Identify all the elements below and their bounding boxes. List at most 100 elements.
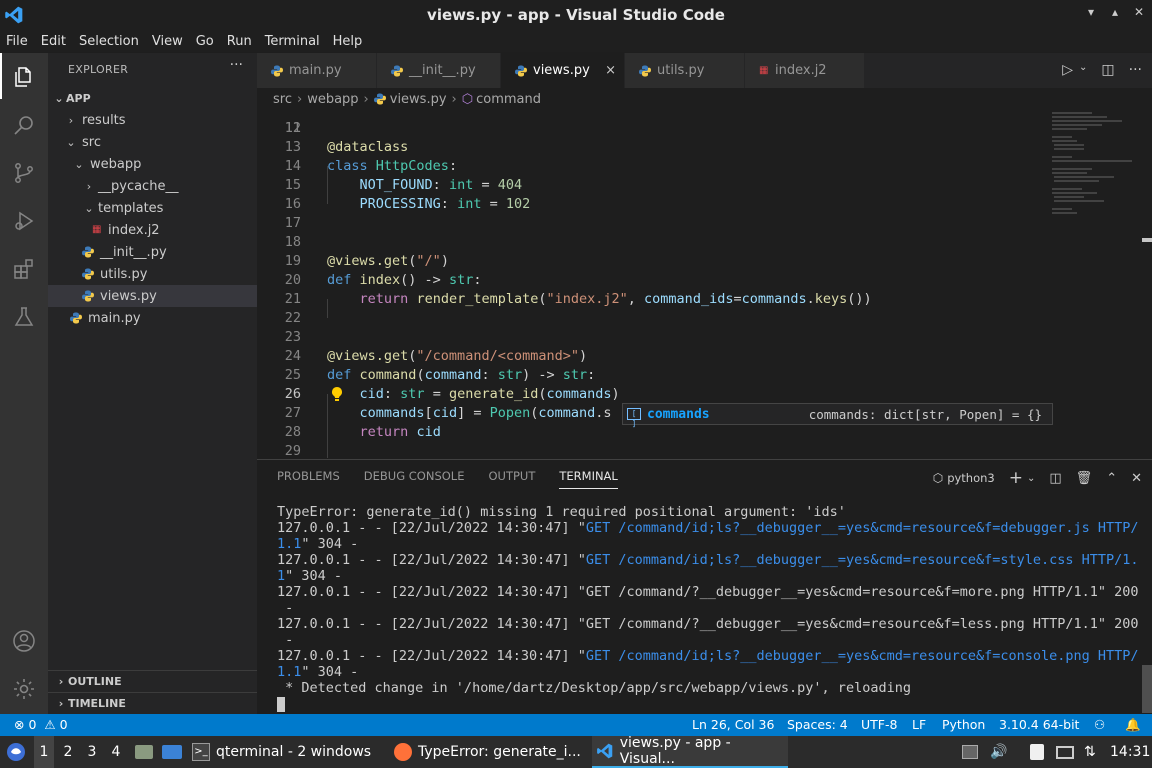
- sidebar-title: EXPLORER: [68, 63, 129, 76]
- split-editor-icon[interactable]: ◫: [1101, 62, 1114, 78]
- tree-file-main[interactable]: main.py: [48, 307, 257, 329]
- more-actions-icon[interactable]: ···: [230, 57, 243, 73]
- volume-icon[interactable]: 🔊: [990, 736, 1007, 768]
- taskbar-label: views.py - app - Visual...: [619, 735, 731, 767]
- breadcrumb-item[interactable]: webapp: [307, 92, 358, 107]
- close-tab-icon[interactable]: ×: [605, 63, 616, 78]
- terminal-icon: >_: [192, 743, 210, 761]
- tree-folder-src[interactable]: ⌄ src: [48, 131, 257, 153]
- workspace-4[interactable]: 4: [108, 736, 124, 768]
- new-terminal-icon[interactable]: +: [1009, 468, 1023, 488]
- clipboard-icon[interactable]: [1030, 736, 1044, 768]
- tab-terminal[interactable]: TERMINAL: [559, 469, 618, 489]
- tab-utils-py[interactable]: utils.py: [625, 53, 745, 88]
- language-mode[interactable]: Python: [942, 717, 985, 732]
- workspace-2[interactable]: 2: [60, 736, 76, 768]
- trash-icon[interactable]: 🗑: [1076, 471, 1093, 486]
- display-icon[interactable]: [1056, 736, 1074, 768]
- explorer-icon[interactable]: [12, 65, 36, 89]
- breadcrumb-item[interactable]: command: [476, 92, 541, 107]
- taskbar-item-qterminal[interactable]: >_ qterminal - 2 windows: [192, 736, 388, 768]
- chevron-down-icon[interactable]: ⌄: [1079, 62, 1087, 78]
- minimap[interactable]: [1042, 110, 1152, 458]
- clock[interactable]: 14:31: [1110, 736, 1150, 768]
- more-actions-icon[interactable]: ···: [1129, 62, 1142, 78]
- start-menu-icon[interactable]: [6, 736, 28, 768]
- tree-label: __init__.py: [100, 244, 167, 260]
- autocomplete-suggestion[interactable]: [ ] commands commands: dict[str, Popen] …: [622, 403, 1053, 428]
- tab-init-py[interactable]: __init__.py: [377, 53, 501, 88]
- taskbar-item-firefox[interactable]: TypeError: generate_i...: [394, 736, 590, 768]
- menu-file[interactable]: File: [0, 34, 35, 49]
- workspace-1[interactable]: 1: [34, 736, 54, 768]
- menu-terminal[interactable]: Terminal: [259, 34, 327, 49]
- menu-edit[interactable]: Edit: [35, 34, 73, 49]
- account-icon[interactable]: [12, 629, 36, 653]
- line-ending[interactable]: LF: [912, 717, 926, 732]
- tree-file-views[interactable]: views.py: [48, 285, 257, 307]
- taskbar-item-vscode[interactable]: views.py - app - Visual...: [592, 735, 788, 768]
- breadcrumb-item[interactable]: src: [273, 92, 292, 107]
- maximize-icon[interactable]: ▴: [1108, 5, 1122, 19]
- run-debug-icon[interactable]: [12, 209, 36, 233]
- code-line: 24 @views.get("/command/<command>"): [284, 348, 588, 364]
- run-file-icon[interactable]: ▷: [1062, 62, 1073, 78]
- show-desktop-icon[interactable]: [162, 736, 182, 768]
- tray-icon-window[interactable]: [962, 736, 978, 768]
- tree-folder-webapp[interactable]: ⌄ webapp: [48, 153, 257, 175]
- tree-label: index.j2: [108, 222, 160, 238]
- lightbulb-icon[interactable]: [330, 386, 344, 402]
- terminal-scrollbar[interactable]: [1142, 665, 1152, 713]
- tree-label: src: [82, 134, 101, 150]
- minimize-icon[interactable]: ▾: [1084, 5, 1098, 19]
- chevron-down-icon[interactable]: ⌄: [1027, 473, 1035, 484]
- gear-icon[interactable]: [12, 677, 36, 701]
- tree-root-app[interactable]: ⌄ APP: [48, 87, 257, 109]
- terminal-output[interactable]: TypeError: generate_id() missing 1 requi…: [277, 504, 1139, 696]
- menu-selection[interactable]: Selection: [73, 34, 146, 49]
- network-icon[interactable]: ⇅: [1084, 736, 1096, 768]
- terminal-line: 127.0.0.1 - - [22/Jul/2022 14:30:47] "GE…: [277, 520, 1139, 536]
- menu-view[interactable]: View: [146, 34, 190, 49]
- search-icon[interactable]: [12, 113, 36, 137]
- menu-help[interactable]: Help: [327, 34, 370, 49]
- code-line: 22: [284, 310, 301, 326]
- cursor-position[interactable]: Ln 26, Col 36: [692, 717, 774, 732]
- extensions-icon[interactable]: [12, 257, 36, 281]
- split-terminal-icon[interactable]: ◫: [1049, 471, 1061, 486]
- tree-folder-pycache[interactable]: › __pycache__: [48, 175, 257, 197]
- tree-file-init[interactable]: __init__.py: [48, 241, 257, 263]
- maximize-panel-icon[interactable]: ⌃: [1106, 471, 1117, 486]
- terminal-shell-label[interactable]: python3: [947, 471, 995, 485]
- timeline-section[interactable]: › TIMELINE: [48, 692, 257, 714]
- tab-debug-console[interactable]: DEBUG CONSOLE: [364, 469, 465, 489]
- tab-main-py[interactable]: main.py: [257, 53, 377, 88]
- tree-label: __pycache__: [98, 178, 179, 194]
- tree-label: webapp: [90, 156, 142, 172]
- tree-folder-templates[interactable]: ⌄ templates: [48, 197, 257, 219]
- terminal-cursor: [277, 697, 285, 712]
- source-control-icon[interactable]: [12, 161, 36, 185]
- feedback-icon[interactable]: ⚇: [1094, 717, 1105, 732]
- tree-folder-results[interactable]: › results: [48, 109, 257, 131]
- close-window-icon[interactable]: ✕: [1132, 5, 1146, 19]
- problems-status[interactable]: ⊗ 0 ⚠ 0: [14, 717, 68, 732]
- menu-go[interactable]: Go: [190, 34, 221, 49]
- tree-file-utils[interactable]: utils.py: [48, 263, 257, 285]
- tree-file-index-j2[interactable]: ▦ index.j2: [48, 219, 257, 241]
- python-interpreter[interactable]: 3.10.4 64-bit: [999, 717, 1079, 732]
- encoding[interactable]: UTF-8: [861, 717, 897, 732]
- workspace-3[interactable]: 3: [84, 736, 100, 768]
- outline-section[interactable]: › OUTLINE: [48, 670, 257, 692]
- testing-icon[interactable]: [12, 305, 36, 329]
- tab-output[interactable]: OUTPUT: [488, 469, 535, 489]
- bell-icon[interactable]: 🔔: [1125, 717, 1141, 733]
- indentation[interactable]: Spaces: 4: [787, 717, 848, 732]
- menu-run[interactable]: Run: [221, 34, 259, 49]
- tab-views-py[interactable]: views.py ×: [501, 53, 625, 88]
- tab-problems[interactable]: PROBLEMS: [277, 469, 340, 489]
- tab-index-j2[interactable]: ▦ index.j2: [745, 53, 865, 88]
- close-panel-icon[interactable]: ✕: [1131, 471, 1142, 486]
- breadcrumb-item[interactable]: views.py: [390, 92, 447, 107]
- file-manager-icon[interactable]: [135, 736, 153, 768]
